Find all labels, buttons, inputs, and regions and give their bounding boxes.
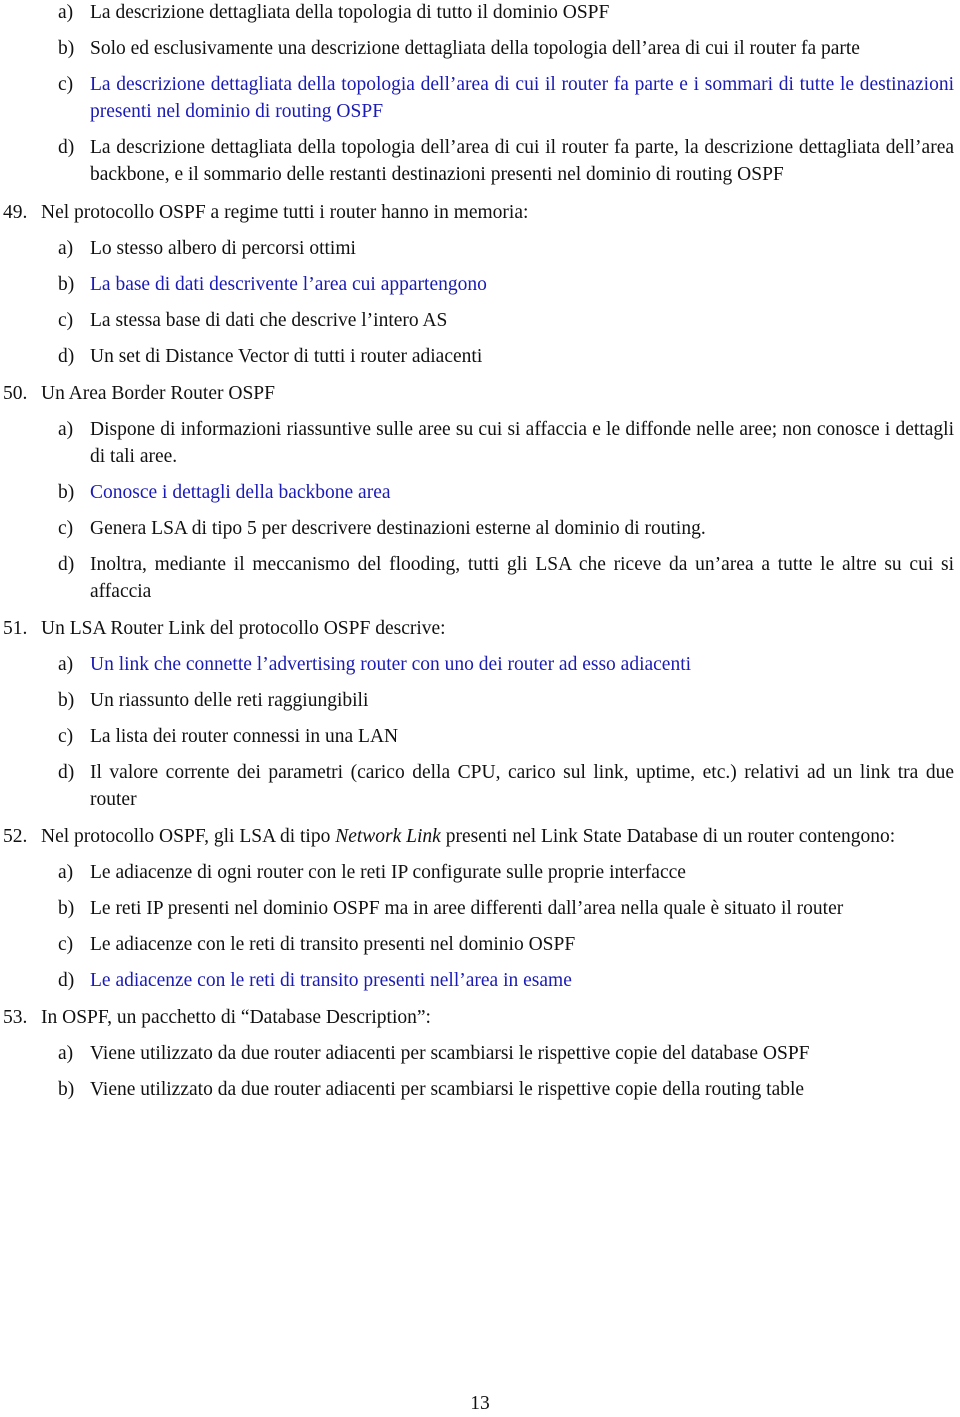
options-list: a) Dispone di informazioni riassuntive s… — [0, 416, 960, 605]
question-text: 53. In OSPF, un pacchetto di “Database D… — [0, 1004, 960, 1031]
option-label: b) — [58, 274, 75, 295]
page-number: 13 — [470, 1393, 490, 1414]
question-text: 50. Un Area Border Router OSPF — [0, 380, 960, 407]
option-text: Un link che connette l’advertising route… — [90, 654, 692, 675]
question-number: 53. — [3, 1007, 28, 1028]
question-51: 51. Un LSA Router Link del protocollo OS… — [0, 615, 960, 813]
option-a-correct: a) Un link che connette l’advertising ro… — [0, 651, 960, 678]
question-52: 52. Nel protocollo OSPF, gli LSA di tipo… — [0, 823, 960, 994]
options-list: a) Un link che connette l’advertising ro… — [0, 651, 960, 813]
options-list: a) Le adiacenze di ogni router con le re… — [0, 859, 960, 994]
question-number: 49. — [3, 202, 28, 223]
question-text: 51. Un LSA Router Link del protocollo OS… — [0, 615, 960, 642]
option-text: Viene utilizzato da due router adiacenti… — [90, 1079, 805, 1100]
option-text: Le adiacenze con le reti di transito pre… — [90, 970, 572, 991]
option-b-correct: b) La base di dati descrivente l’area cu… — [0, 271, 960, 298]
option-d: d) Inoltra, mediante il meccanismo del f… — [0, 551, 960, 605]
option-text: La base di dati descrivente l’area cui a… — [90, 274, 487, 295]
option-label: d) — [58, 554, 75, 575]
option-label: d) — [58, 762, 75, 783]
option-d-correct: d) Le adiacenze con le reti di transito … — [0, 967, 960, 994]
option-label: a) — [58, 1043, 74, 1064]
question-text: 52. Nel protocollo OSPF, gli LSA di tipo… — [0, 823, 960, 850]
option-label: b) — [58, 482, 75, 503]
option-text: Genera LSA di tipo 5 per descrivere dest… — [90, 518, 706, 539]
option-text: Solo ed esclusivamente una descrizione d… — [90, 38, 860, 59]
option-label: b) — [58, 898, 75, 919]
option-text: Un riassunto delle reti raggiungibili — [90, 690, 369, 711]
option-c: c) Le adiacenze con le reti di transito … — [0, 931, 960, 958]
options-list: a) Lo stesso albero di percorsi ottimi b… — [0, 235, 960, 370]
option-label: c) — [58, 310, 74, 331]
option-a: a) Le adiacenze di ogni router con le re… — [0, 859, 960, 886]
option-text: La stessa base di dati che descrive l’in… — [90, 310, 448, 331]
option-label: c) — [58, 934, 74, 955]
option-text: Le adiacenze di ogni router con le reti … — [90, 862, 686, 883]
option-d: d) La descrizione dettagliata della topo… — [0, 134, 960, 188]
option-text: La descrizione dettagliata della topolog… — [90, 74, 954, 122]
option-text: Inoltra, mediante il meccanismo del floo… — [90, 554, 954, 602]
options-list: a) La descrizione dettagliata della topo… — [0, 0, 960, 188]
question-stem-after: presenti nel Link State Database di un r… — [440, 826, 896, 847]
option-label: d) — [58, 970, 75, 991]
option-text: Conosce i dettagli della backbone area — [90, 482, 391, 503]
option-label: c) — [58, 74, 74, 95]
option-a: a) Dispone di informazioni riassuntive s… — [0, 416, 960, 470]
option-label: b) — [58, 38, 75, 59]
option-text: Dispone di informazioni riassuntive sull… — [90, 419, 954, 467]
option-label: c) — [58, 726, 74, 747]
option-b-correct: b) Conosce i dettagli della backbone are… — [0, 479, 960, 506]
option-label: b) — [58, 1079, 75, 1100]
question-50: 50. Un Area Border Router OSPF a) Dispon… — [0, 380, 960, 605]
option-b: b) Viene utilizzato da due router adiace… — [0, 1076, 960, 1103]
question-stem: Un Area Border Router OSPF — [41, 383, 275, 404]
option-label: b) — [58, 690, 75, 711]
option-text: Il valore corrente dei parametri (carico… — [90, 762, 954, 810]
option-a: a) Lo stesso albero di percorsi ottimi — [0, 235, 960, 262]
option-a: a) La descrizione dettagliata della topo… — [0, 0, 960, 26]
question-number: 52. — [3, 826, 28, 847]
question-53: 53. In OSPF, un pacchetto di “Database D… — [0, 1004, 960, 1103]
options-list: a) Viene utilizzato da due router adiace… — [0, 1040, 960, 1103]
option-c: c) La lista dei router connessi in una L… — [0, 723, 960, 750]
option-label: a) — [58, 654, 74, 675]
option-label: a) — [58, 238, 74, 259]
option-c-correct: c) La descrizione dettagliata della topo… — [0, 71, 960, 125]
question-text: 49. Nel protocollo OSPF a regime tutti i… — [0, 199, 960, 226]
option-label: a) — [58, 862, 74, 883]
question-stem-italic: Network Link — [335, 826, 441, 847]
option-label: a) — [58, 419, 74, 440]
option-text: Le adiacenze con le reti di transito pre… — [90, 934, 576, 955]
option-d: d) Il valore corrente dei parametri (car… — [0, 759, 960, 813]
option-label: d) — [58, 137, 75, 158]
question-stem-before: Nel protocollo OSPF, gli LSA di tipo — [41, 826, 336, 847]
question-number: 50. — [3, 383, 28, 404]
document-page: a) La descrizione dettagliata della topo… — [0, 0, 960, 1103]
option-c: c) La stessa base di dati che descrive l… — [0, 307, 960, 334]
question-49: 49. Nel protocollo OSPF a regime tutti i… — [0, 199, 960, 370]
question-number: 51. — [3, 618, 28, 639]
option-text: Lo stesso albero di percorsi ottimi — [90, 238, 356, 259]
question-stem: Un LSA Router Link del protocollo OSPF d… — [41, 618, 446, 639]
option-b: b) Un riassunto delle reti raggiungibili — [0, 687, 960, 714]
option-text: Viene utilizzato da due router adiacenti… — [90, 1043, 810, 1064]
option-text: La descrizione dettagliata della topolog… — [90, 2, 610, 23]
option-text: La descrizione dettagliata della topolog… — [90, 137, 954, 185]
option-label: a) — [58, 2, 74, 23]
option-text: Un set di Distance Vector di tutti i rou… — [90, 346, 483, 367]
question-stem: In OSPF, un pacchetto di “Database Descr… — [41, 1007, 431, 1028]
option-text: La lista dei router connessi in una LAN — [90, 726, 399, 747]
option-c: c) Genera LSA di tipo 5 per descrivere d… — [0, 515, 960, 542]
option-text: Le reti IP presenti nel dominio OSPF ma … — [90, 898, 844, 919]
question-stem: Nel protocollo OSPF a regime tutti i rou… — [41, 202, 529, 223]
question-continued: a) La descrizione dettagliata della topo… — [0, 0, 960, 188]
option-b: b) Le reti IP presenti nel dominio OSPF … — [0, 895, 960, 922]
option-a: a) Viene utilizzato da due router adiace… — [0, 1040, 960, 1067]
option-b: b) Solo ed esclusivamente una descrizion… — [0, 35, 960, 62]
option-d: d) Un set di Distance Vector di tutti i … — [0, 343, 960, 370]
option-label: c) — [58, 518, 74, 539]
option-label: d) — [58, 346, 75, 367]
